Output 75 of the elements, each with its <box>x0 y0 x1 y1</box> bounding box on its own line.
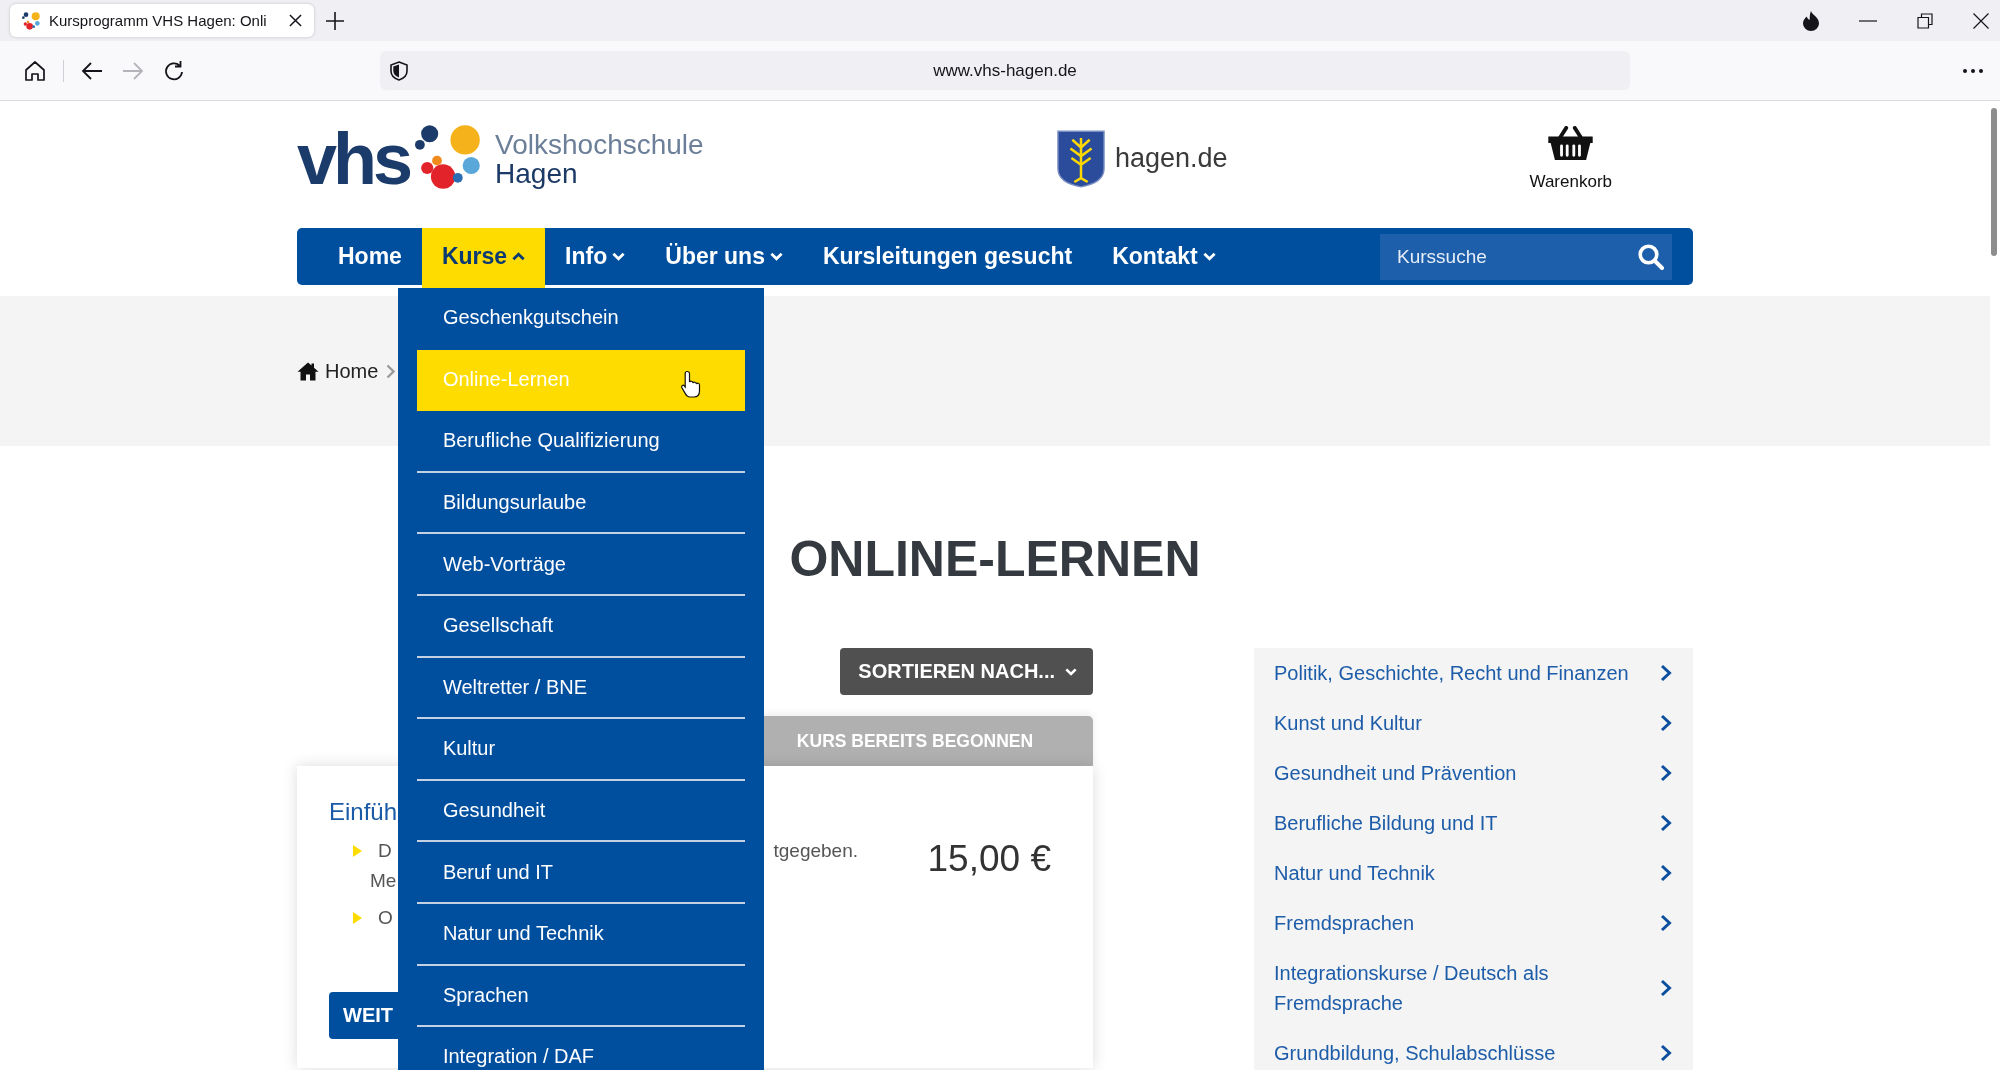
chevron-right-icon <box>1660 664 1672 682</box>
shield-icon[interactable] <box>390 60 408 81</box>
triangle-bullet-icon <box>353 845 362 857</box>
price: 15,00 € <box>927 837 1051 881</box>
menu-item[interactable]: Gesellschaft <box>416 595 745 658</box>
menu-item[interactable]: Berufliche Qualifizierung <box>416 411 745 473</box>
category-link[interactable]: Integrationskurse / Deutsch als Fremdsprache <box>1274 948 1672 1028</box>
menu-item[interactable]: Weltretter / BNE <box>416 657 745 720</box>
menu-item[interactable]: Beruf und IT <box>416 842 745 904</box>
chevron-right-icon <box>1660 1044 1672 1062</box>
cart-link[interactable]: Warenkorb <box>1529 125 1612 192</box>
category-link[interactable]: Politik, Geschichte, Recht und Finanzen <box>1274 648 1672 698</box>
back-arrow-icon[interactable] <box>81 59 103 82</box>
menu-item[interactable]: Web-Vorträge <box>416 534 745 596</box>
favicon-icon <box>22 11 40 30</box>
close-icon[interactable] <box>1973 12 1989 29</box>
chevron-right-icon <box>1660 714 1672 732</box>
chevron-down-icon <box>1065 667 1077 676</box>
browser-tab[interactable]: Kursprogramm VHS Hagen: Onli <box>10 4 314 37</box>
nav-link[interactable]: Kontakt <box>1092 228 1236 285</box>
home-icon <box>297 361 319 381</box>
bullet-text: tgegeben. <box>773 839 858 863</box>
page-title: ONLINE-LERNEN <box>789 530 1201 589</box>
more-icon[interactable] <box>1963 68 1983 73</box>
category-link[interactable]: Fremdsprachen <box>1274 898 1672 948</box>
city-link[interactable]: hagen.de <box>1115 143 1228 174</box>
category-link[interactable]: Kunst und Kultur <box>1274 698 1672 748</box>
menu-item[interactable]: Gesundheit <box>416 780 745 843</box>
menu-item[interactable]: Integration / DAF <box>416 1027 745 1070</box>
hand-cursor-icon <box>679 369 701 398</box>
basket-icon[interactable] <box>1548 125 1594 160</box>
category-link[interactable]: Gesundheit und Prävention <box>1274 748 1672 798</box>
chevron-right-icon <box>386 363 396 379</box>
details-button[interactable]: WEIT <box>329 992 398 1039</box>
nav-link[interactable]: Home <box>318 228 422 285</box>
scrollbar-thumb[interactable] <box>1991 108 1997 256</box>
logo-city-text: Hagen <box>495 158 579 188</box>
chevron-right-icon <box>1660 764 1672 782</box>
nav-link[interactable]: Kursleitungen gesucht <box>802 228 1093 285</box>
menu-item[interactable]: Sprachen <box>416 965 745 1028</box>
restore-icon[interactable] <box>1917 12 1933 29</box>
logo-wordmark: vhs <box>297 122 410 195</box>
chevron-right-icon <box>1660 814 1672 832</box>
coat-of-arms-icon[interactable] <box>1057 129 1105 188</box>
nav-link[interactable]: Info <box>545 228 646 285</box>
search-icon[interactable] <box>1638 243 1664 270</box>
menu-item[interactable]: Geschenkgutschein <box>416 288 745 350</box>
bullet-text: O <box>378 906 393 930</box>
chevron-right-icon <box>1660 914 1672 932</box>
menu-item[interactable]: Bildungsurlaube <box>416 472 745 535</box>
flame-icon[interactable] <box>1803 10 1819 31</box>
dots-logo-icon <box>415 123 482 190</box>
category-link[interactable]: Berufliche Bildung und IT <box>1274 798 1672 848</box>
reload-icon[interactable] <box>163 59 185 82</box>
new-tab-icon[interactable] <box>326 11 344 30</box>
nav-link[interactable]: Kurse <box>421 228 546 288</box>
chevron-right-icon <box>1660 864 1672 882</box>
nav-link[interactable]: Über uns <box>645 228 803 285</box>
chevron-right-icon <box>1660 979 1672 997</box>
address-bar[interactable]: www.vhs-hagen.de <box>380 51 1630 90</box>
bullet-text: Me <box>370 870 397 891</box>
home-icon[interactable] <box>24 59 46 82</box>
category-link[interactable]: Natur und Technik <box>1274 848 1672 898</box>
triangle-bullet-icon <box>353 912 362 924</box>
minimize-icon[interactable] <box>1859 19 1877 22</box>
logo-name-text: Volkshochschule <box>495 129 704 159</box>
breadcrumb-link[interactable]: Home <box>297 359 379 383</box>
close-tab-icon[interactable] <box>289 14 302 27</box>
bullet-text: D <box>378 839 392 863</box>
search-field[interactable]: Kurssuche <box>1380 233 1672 280</box>
menu-item[interactable]: Kultur <box>416 719 745 781</box>
course-title[interactable]: Einfüh <box>329 797 398 827</box>
menu-item[interactable]: Natur und Technik <box>416 903 745 966</box>
sort-button[interactable]: SORTIEREN NACH... <box>840 648 1093 695</box>
category-link[interactable]: Grundbildung, Schulabschlüsse <box>1274 1028 1672 1070</box>
